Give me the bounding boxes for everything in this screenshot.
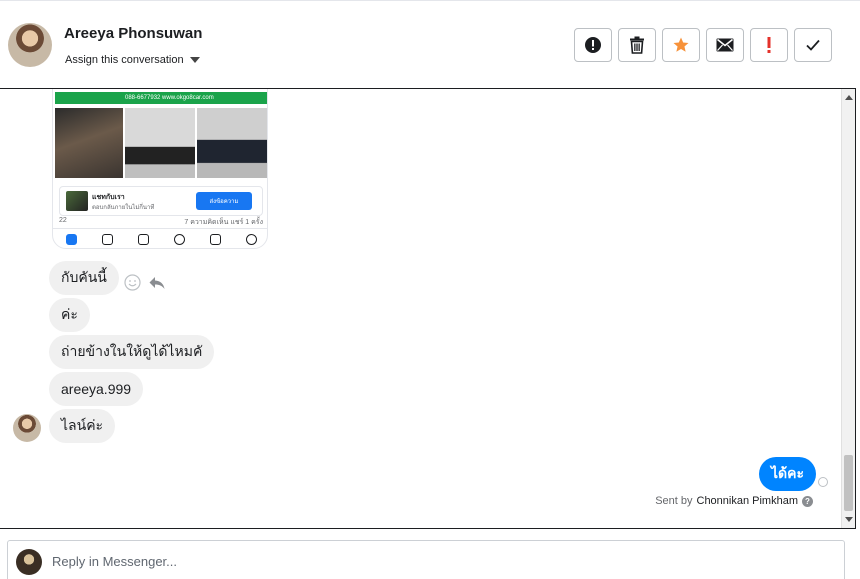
marketplace-icon [137,234,149,245]
menu-avatar-icon [245,234,257,245]
conversation-thread[interactable]: 088-6677932 www.okgo8car.com แชทกับเรา ต… [0,88,856,529]
image-nav-bar [53,228,267,248]
sent-by-label: Sent by Chonnikan Pimkham ? [655,495,813,507]
smiley-icon[interactable] [124,274,141,291]
sent-by-prefix: Sent by [655,495,693,507]
trash-icon [630,36,644,54]
conversation-actions [574,28,832,62]
scroll-down-arrow-icon[interactable] [845,517,853,522]
card-send-message-button: ส่งข้อความ [196,192,252,210]
checkmark-icon [806,39,820,51]
delivered-check-icon [818,477,828,487]
car-photo [125,108,195,178]
delete-button[interactable] [618,28,656,62]
reply-arrow-icon[interactable] [149,276,165,290]
comments-shares: 7 ความคิดเห็น แชร์ 1 ครั้ง [184,219,263,226]
exclamation-icon [767,37,771,53]
home-icon [65,234,77,245]
friends-icon [101,234,113,245]
mark-spam-button[interactable] [574,28,612,62]
image-banner: 088-6677932 www.okgo8car.com [55,92,267,104]
assign-label: Assign this conversation [65,54,184,66]
sent-by-name: Chonnikan Pimkham [696,495,799,507]
post-stats: 22 7 ความคิดเห็น แชร์ 1 ครั้ง [59,217,263,228]
conversation-scrollbar[interactable] [841,89,855,528]
mark-unread-button[interactable] [706,28,744,62]
contact-avatar[interactable] [8,23,52,67]
incoming-message[interactable]: areeya.999 [49,372,144,406]
card-thumbnail [66,191,88,211]
caret-down-icon [189,57,200,63]
star-icon [673,37,689,52]
assign-conversation-dropdown[interactable]: Assign this conversation [65,54,200,66]
conversation-header: Areeya Phonsuwan Assign this conversatio… [0,0,860,88]
shared-screenshot-image[interactable]: 088-6677932 www.okgo8car.com แชทกับเรา ต… [52,89,268,249]
incoming-message[interactable]: กับคันนี้ [49,261,119,295]
star-button[interactable] [662,28,700,62]
envelope-icon [716,38,734,52]
likes-count: 22 [59,217,67,224]
mark-done-button[interactable] [794,28,832,62]
card-subtitle: ตอบกลับภายในไม่กี่นาที [92,205,155,211]
exclamation-circle-icon [585,37,601,53]
contact-name[interactable]: Areeya Phonsuwan [64,25,202,42]
incoming-message[interactable]: ถ่ายข้างในให้ดูได้ไหมคั [49,335,215,369]
outgoing-message[interactable]: ได้คะ [759,457,817,491]
car-interior-photo [55,108,123,178]
profile-icon [173,234,185,245]
reply-input[interactable] [52,554,752,569]
reply-bar [7,540,845,579]
incoming-message[interactable]: ค่ะ [49,298,90,332]
message-actions [124,274,165,291]
follow-up-button[interactable] [750,28,788,62]
help-icon[interactable]: ? [802,495,813,507]
car-photo [197,108,267,178]
sender-avatar [13,414,41,442]
scroll-up-arrow-icon[interactable] [845,95,853,100]
bell-icon [209,234,221,245]
scrollbar-thumb[interactable] [844,455,853,511]
incoming-message[interactable]: ไลน์ค่ะ [49,409,116,443]
page-avatar [16,549,42,575]
chat-with-us-card: แชทกับเรา ตอบกลับภายในไม่กี่นาที ส่งข้อค… [59,186,263,216]
